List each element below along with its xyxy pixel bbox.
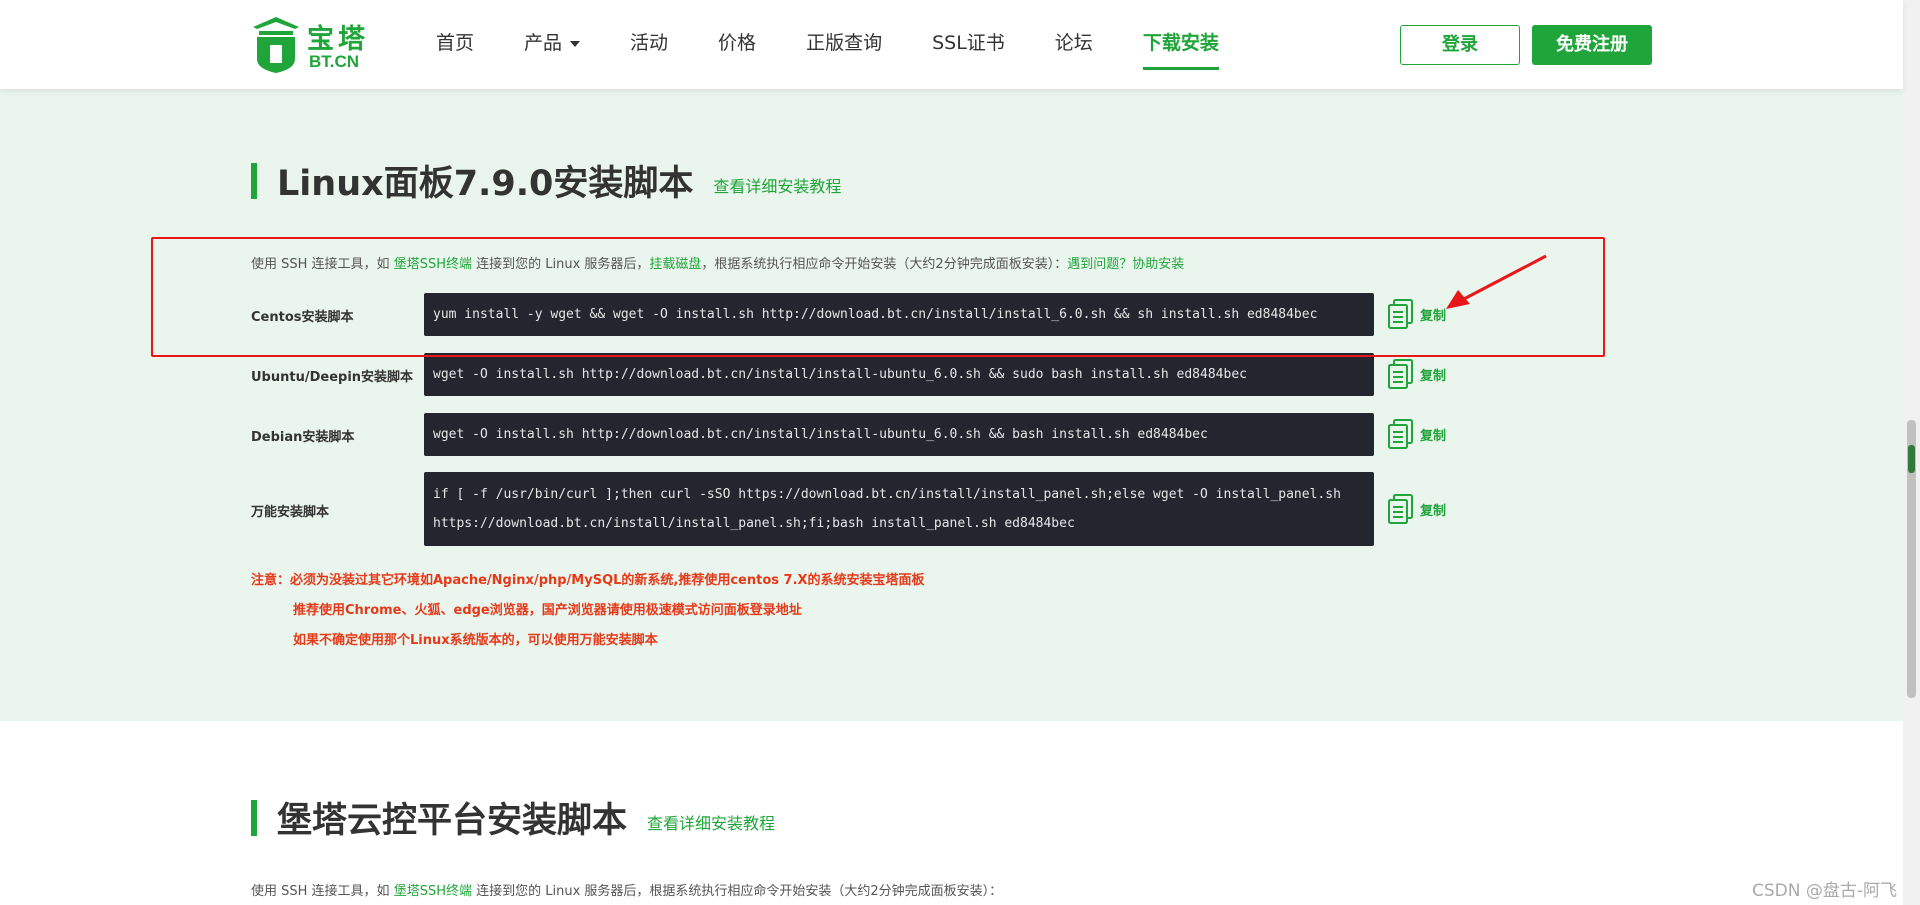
- mount-disk-link[interactable]: 挂载磁盘: [649, 257, 701, 272]
- scrollbar-marker: [1908, 445, 1915, 473]
- debian-label: Debian安装脚本: [251, 430, 355, 445]
- desc-text-2: 连接到您的 Linux 服务器后，根据系统执行相应命令开始安装（大约2分钟完成面…: [471, 884, 1003, 899]
- main-nav: 首页 产品 活动 价格 正版查询 SSL证书 论坛 下载安装: [436, 0, 1269, 89]
- nav-ssl[interactable]: SSL证书: [932, 0, 1005, 89]
- section2-tutorial-link[interactable]: 查看详细安装教程: [647, 810, 775, 834]
- logo[interactable]: 宝塔 BT.CN: [251, 15, 371, 75]
- notice-1: 注意：必须为没装过其它环境如Apache/Nginx/php/MySQL的新系统…: [251, 573, 925, 588]
- register-button[interactable]: 免费注册: [1532, 25, 1652, 65]
- section2-title: 堡塔云控平台安装脚本 查看详细安装教程: [251, 792, 775, 843]
- login-button[interactable]: 登录: [1400, 25, 1520, 65]
- site-header: 宝塔 BT.CN 首页 产品 活动 价格 正版查询 SSL证书 论坛 下载安装 …: [0, 0, 1903, 89]
- nav-products[interactable]: 产品: [524, 0, 581, 89]
- nav-events[interactable]: 活动: [630, 0, 668, 89]
- universal-code-line-2: https://download.bt.cn/install/install_p…: [433, 516, 1075, 531]
- title-accent-bar: [251, 162, 257, 199]
- universal-copy-button[interactable]: 复制: [1388, 494, 1446, 524]
- title-accent-bar: [251, 799, 257, 836]
- csdn-watermark: CSDN @盘古-阿飞: [1752, 881, 1898, 901]
- section1-heading: Linux面板7.9.0安装脚本: [277, 164, 694, 204]
- ubuntu-script-code[interactable]: wget -O install.sh http://download.bt.cn…: [424, 353, 1374, 396]
- desc-text-1: 使用 SSH 连接工具，如: [251, 884, 394, 899]
- page-scrollbar[interactable]: [1903, 0, 1920, 905]
- copy-icon: [1388, 299, 1413, 329]
- section2-heading: 堡塔云控平台安装脚本: [277, 801, 628, 841]
- copy-label: 复制: [1420, 368, 1447, 384]
- section1-tutorial-link[interactable]: 查看详细安装教程: [713, 173, 841, 197]
- copy-icon: [1388, 419, 1413, 449]
- desc-text-2: 连接到您的 Linux 服务器后，: [471, 257, 650, 272]
- notice-2: 推荐使用Chrome、火狐、edge浏览器，国产浏览器请使用极速模式访问面板登录…: [293, 603, 802, 618]
- nav-forum[interactable]: 论坛: [1055, 0, 1093, 89]
- copy-label: 复制: [1420, 503, 1447, 519]
- debian-script-code[interactable]: wget -O install.sh http://download.bt.cn…: [424, 413, 1374, 456]
- copy-icon: [1388, 494, 1413, 524]
- nav-pricing[interactable]: 价格: [718, 0, 756, 89]
- section1-title: Linux面板7.9.0安装脚本 查看详细安装教程: [251, 155, 841, 206]
- pagoda-logo-icon: [253, 17, 299, 73]
- ubuntu-label: Ubuntu/Deepin安装脚本: [251, 370, 414, 385]
- notice-3: 如果不确定使用那个Linux系统版本的，可以使用万能安装脚本: [293, 633, 658, 648]
- ssh-terminal-link[interactable]: 堡塔SSH终端: [394, 257, 472, 272]
- caret-down-icon: [570, 40, 581, 47]
- copy-label: 复制: [1420, 428, 1447, 444]
- nav-license-check[interactable]: 正版查询: [806, 0, 882, 89]
- logo-text-en: BT.CN: [309, 52, 360, 71]
- centos-copy-button[interactable]: 复制: [1388, 299, 1446, 329]
- annotation-arrow-icon: [1446, 254, 1547, 309]
- nav-home[interactable]: 首页: [436, 0, 474, 89]
- universal-code-line-1: if [ -f /usr/bin/curl ];then curl -sSO h…: [433, 487, 1341, 502]
- section2-desc: 使用 SSH 连接工具，如 堡塔SSH终端 连接到您的 Linux 服务器后，根…: [251, 880, 1002, 899]
- desc-text-1: 使用 SSH 连接工具，如: [251, 257, 394, 272]
- ubuntu-copy-button[interactable]: 复制: [1388, 359, 1446, 389]
- universal-label: 万能安装脚本: [251, 505, 330, 520]
- universal-script-code[interactable]: if [ -f /usr/bin/curl ];then curl -sSO h…: [424, 472, 1374, 546]
- nav-download[interactable]: 下载安装: [1142, 0, 1219, 89]
- ssh-terminal-link[interactable]: 堡塔SSH终端: [394, 884, 472, 899]
- logo-text-cn: 宝塔: [307, 24, 369, 55]
- centos-script-code[interactable]: yum install -y wget && wget -O install.s…: [424, 293, 1374, 336]
- centos-label: Centos安装脚本: [251, 310, 354, 325]
- desc-text-3: ，根据系统执行相应命令开始安装（大约2分钟完成面板安装）：: [701, 257, 1068, 272]
- section1-desc: 使用 SSH 连接工具，如 堡塔SSH终端 连接到您的 Linux 服务器后，挂…: [251, 253, 1184, 272]
- help-install-link[interactable]: 遇到问题？协助安装: [1067, 257, 1184, 272]
- copy-icon: [1388, 359, 1413, 389]
- nav-products-label: 产品: [524, 32, 563, 54]
- debian-copy-button[interactable]: 复制: [1388, 419, 1446, 449]
